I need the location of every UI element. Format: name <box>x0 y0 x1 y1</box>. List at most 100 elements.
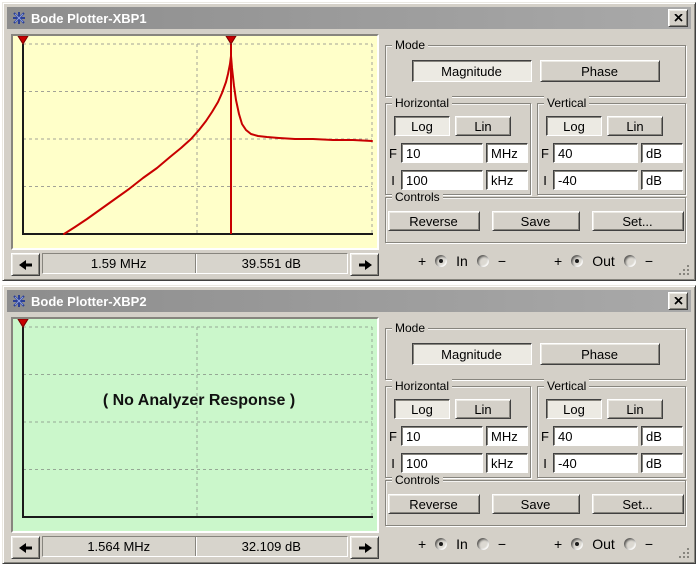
mode-group: Mode Magnitude Phase <box>385 45 686 97</box>
window-icon <box>11 293 27 309</box>
vertical-final-label: F <box>540 429 550 444</box>
horizontal-initial-label: I <box>388 456 398 471</box>
horizontal-final-input[interactable] <box>401 426 483 446</box>
controls-group: Controls Reverse Save Set... <box>385 480 686 526</box>
vertical-final-input[interactable] <box>553 143 638 163</box>
horizontal-log-button[interactable]: Log <box>394 116 450 136</box>
settings-panel: Mode Magnitude Phase Horizontal Log Lin … <box>385 317 688 558</box>
horizontal-initial-input[interactable] <box>401 170 483 190</box>
vertical-final-label: F <box>540 146 550 161</box>
vertical-initial-input[interactable] <box>553 453 638 473</box>
resize-grip-icon[interactable] <box>678 547 690 559</box>
vertical-initial-unit: dB <box>641 453 683 473</box>
horizontal-log-button[interactable]: Log <box>394 399 450 419</box>
arrow-right-icon[interactable] <box>350 253 379 276</box>
in-minus-radio[interactable] <box>477 255 489 267</box>
vertical-initial-input[interactable] <box>553 170 638 190</box>
horizontal-initial-unit: kHz <box>486 453 528 473</box>
plot-area[interactable]: ( No Analyzer Response ) <box>13 319 377 531</box>
in-minus-radio[interactable] <box>477 538 489 550</box>
vertical-log-button[interactable]: Log <box>546 116 602 136</box>
out-plus-radio[interactable] <box>571 255 583 267</box>
out-plus-radio[interactable] <box>571 538 583 550</box>
plot-background <box>13 319 377 531</box>
arrow-left-icon[interactable] <box>11 536 40 559</box>
plot-background <box>13 36 377 248</box>
set-button[interactable]: Set... <box>592 211 684 231</box>
phase-button[interactable]: Phase <box>540 343 660 365</box>
window-icon <box>11 10 27 26</box>
save-button[interactable]: Save <box>492 211 580 231</box>
titlebar[interactable]: Bode Plotter-XBP1 <box>7 7 691 29</box>
horizontal-final-unit: MHz <box>486 426 528 446</box>
vertical-group-label: Vertical <box>544 379 589 394</box>
reverse-button[interactable]: Reverse <box>388 211 480 231</box>
bode-plotter-window-2: Bode Plotter-XBP2 ( No Analyze <box>2 285 696 564</box>
vertical-lin-button[interactable]: Lin <box>607 399 663 419</box>
vertical-final-input[interactable] <box>553 426 638 446</box>
arrow-left-icon[interactable] <box>11 253 40 276</box>
out-label: Out <box>592 536 615 552</box>
mode-group-label: Mode <box>392 38 428 53</box>
controls-group: Controls Reverse Save Set... <box>385 197 686 243</box>
reverse-button[interactable]: Reverse <box>388 494 480 514</box>
controls-group-label: Controls <box>392 190 443 205</box>
out-minus-label: − <box>645 253 653 269</box>
readout-level: 32.109 dB <box>195 537 348 556</box>
horizontal-initial-unit: kHz <box>486 170 528 190</box>
in-label: In <box>456 253 468 269</box>
no-response-message: ( No Analyzer Response ) <box>103 392 295 409</box>
vertical-group: Vertical Log Lin F dB I dB <box>537 103 686 195</box>
horizontal-final-unit: MHz <box>486 143 528 163</box>
close-icon[interactable] <box>668 9 688 27</box>
io-terminals: + In − + Out − <box>385 532 686 556</box>
readout-frequency: 1.59 MHz <box>43 254 195 273</box>
plot-area[interactable] <box>13 36 377 248</box>
magnitude-button[interactable]: Magnitude <box>412 60 532 82</box>
in-minus-label: − <box>498 536 506 552</box>
mode-group: Mode Magnitude Phase <box>385 328 686 380</box>
in-plus-radio[interactable] <box>435 538 447 550</box>
readout-strip: 1.564 MHz 32.109 dB <box>42 536 348 557</box>
bode-plotter-window-1: Bode Plotter-XBP1 <box>2 2 696 281</box>
in-minus-label: − <box>498 253 506 269</box>
save-button[interactable]: Save <box>492 494 580 514</box>
vertical-log-button[interactable]: Log <box>546 399 602 419</box>
horizontal-final-input[interactable] <box>401 143 483 163</box>
readout-level: 39.551 dB <box>195 254 348 273</box>
resize-grip-icon[interactable] <box>678 264 690 276</box>
horizontal-group-label: Horizontal <box>392 379 452 394</box>
vertical-group-label: Vertical <box>544 96 589 111</box>
arrow-right-icon[interactable] <box>350 536 379 559</box>
out-minus-radio[interactable] <box>624 538 636 550</box>
out-minus-label: − <box>645 536 653 552</box>
horizontal-final-label: F <box>388 146 398 161</box>
vertical-lin-button[interactable]: Lin <box>607 116 663 136</box>
horizontal-group: Horizontal Log Lin F MHz I kHz <box>385 103 531 195</box>
settings-panel: Mode Magnitude Phase Horizontal Log Lin … <box>385 34 688 275</box>
titlebar[interactable]: Bode Plotter-XBP2 <box>7 290 691 312</box>
cursor-readout: 1.564 MHz 32.109 dB <box>11 536 379 557</box>
mode-group-label: Mode <box>392 321 428 336</box>
vertical-final-unit: dB <box>641 143 683 163</box>
vertical-initial-label: I <box>540 173 550 188</box>
horizontal-initial-input[interactable] <box>401 453 483 473</box>
horizontal-lin-button[interactable]: Lin <box>455 116 511 136</box>
phase-button[interactable]: Phase <box>540 60 660 82</box>
in-label: In <box>456 536 468 552</box>
vertical-final-unit: dB <box>641 426 683 446</box>
close-icon[interactable] <box>668 292 688 310</box>
in-plus-label: + <box>418 253 426 269</box>
readout-strip: 1.59 MHz 39.551 dB <box>42 253 348 274</box>
window-title: Bode Plotter-XBP2 <box>31 294 668 309</box>
in-plus-radio[interactable] <box>435 255 447 267</box>
set-button[interactable]: Set... <box>592 494 684 514</box>
magnitude-button[interactable]: Magnitude <box>412 343 532 365</box>
out-label: Out <box>592 253 615 269</box>
horizontal-group-label: Horizontal <box>392 96 452 111</box>
horizontal-lin-button[interactable]: Lin <box>455 399 511 419</box>
horizontal-initial-label: I <box>388 173 398 188</box>
horizontal-group: Horizontal Log Lin F MHz I kHz <box>385 386 531 478</box>
out-minus-radio[interactable] <box>624 255 636 267</box>
io-terminals: + In − + Out − <box>385 249 686 273</box>
